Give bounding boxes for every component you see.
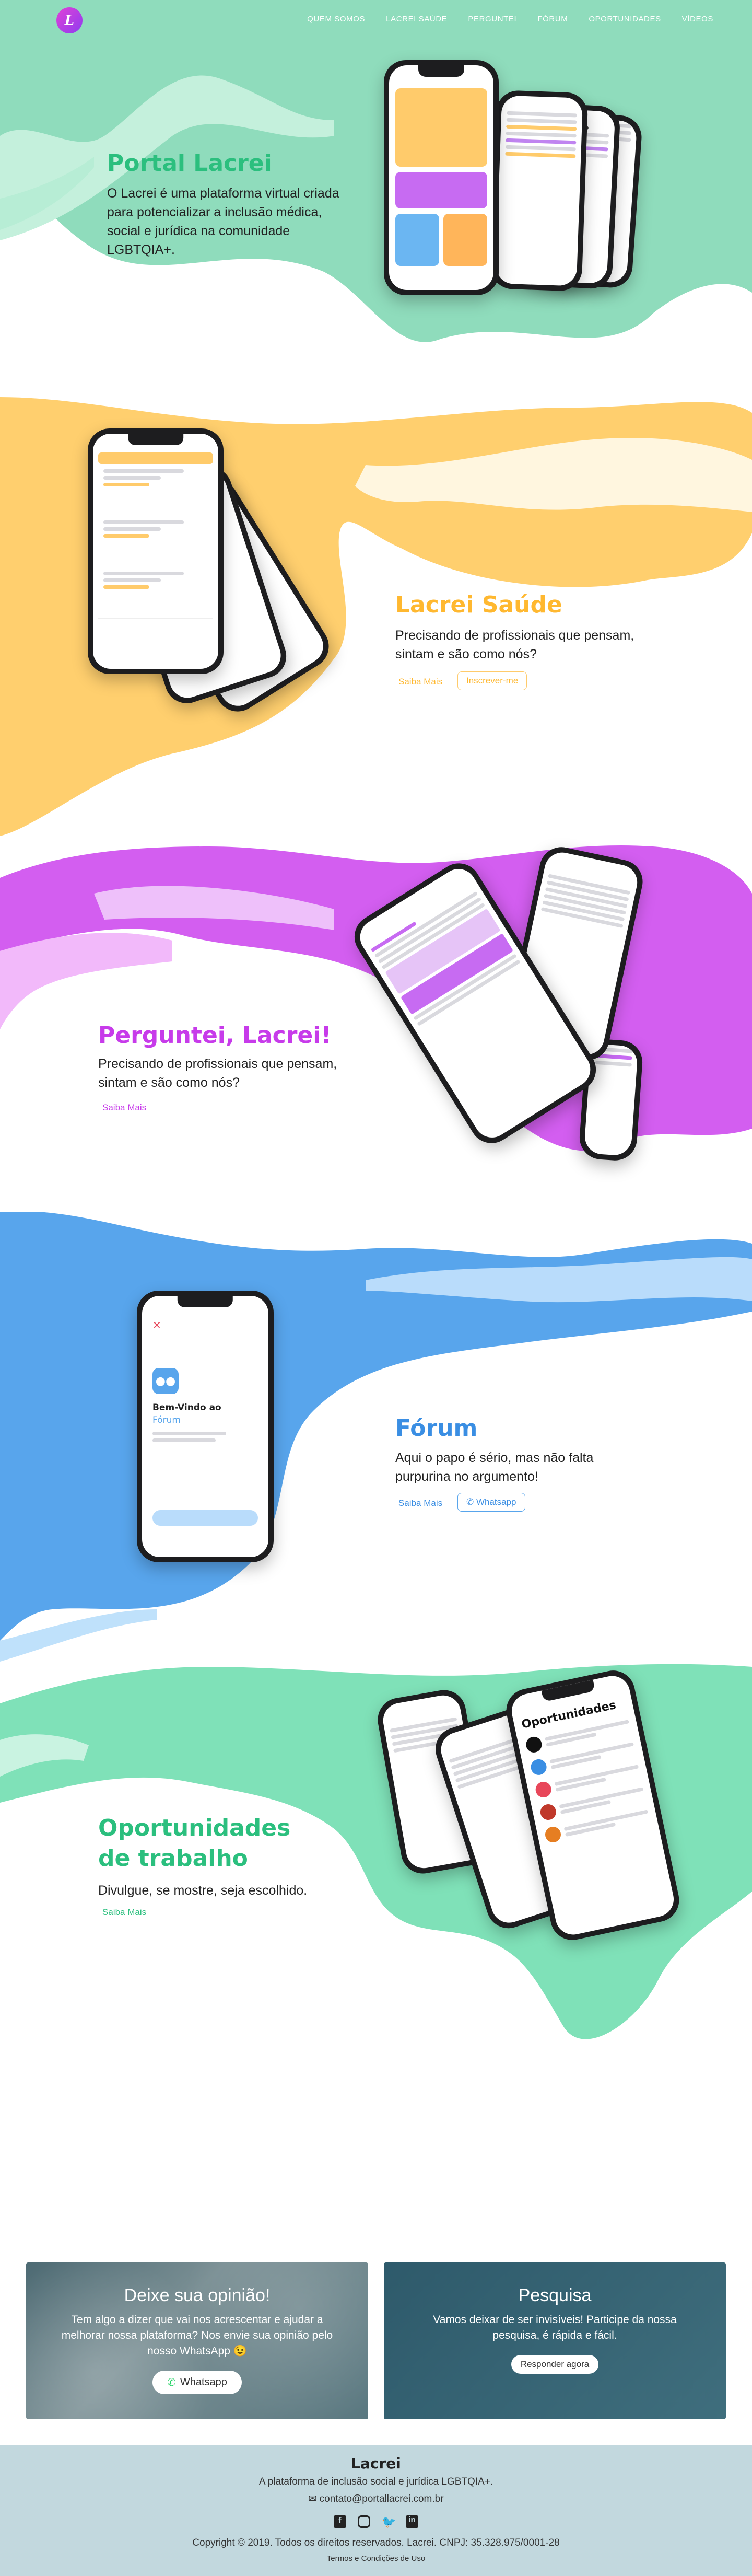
footer-copyright: Copyright © 2019. Todos os direitos rese… [192,2537,560,2548]
saude-description: Precisando de profissionais que pensam, … [395,628,634,662]
close-icon[interactable]: ✕ [152,1319,258,1331]
opiniao-title: Deixe sua opinião! [124,2285,271,2305]
perguntei-description: Precisando de profissionais que pensam, … [98,1057,337,1090]
oportunidades-section: Oportunidades Oportunidades de trabalho D… [0,1646,752,2064]
pesquisa-title: Pesquisa [518,2285,592,2305]
oportunidades-saiba-mais-link[interactable]: Saiba Mais [102,1907,146,1918]
footer-tagline: A plataforma de inclusão social e jurídi… [258,2476,494,2487]
perguntei-saiba-mais-link[interactable]: Saiba Mais [102,1103,146,1113]
facebook-icon[interactable]: f [334,2515,346,2528]
nav-item-oportunidades[interactable]: OPORTUNIDADES [589,15,661,24]
phone-mockup [490,90,589,292]
perguntei-section: Perguntei, Lacrei! Precisando de profiss… [0,831,752,1212]
saude-section: Lacrei Saúde Precisando de profissionais… [0,376,752,846]
top-nav: L QUEM SOMOS LACREI SAÚDE PERGUNTEI FÓRU… [0,0,752,37]
forum-description: Aqui o papo é sério, mas não falta purpu… [395,1451,594,1484]
saude-inscrever-button[interactable]: Inscrever-me [457,671,527,690]
nav-item-forum[interactable]: FÓRUM [537,15,568,24]
nav-item-quem-somos[interactable]: QUEM SOMOS [307,15,365,24]
phone-mockup [384,60,499,295]
nav-item-perguntei[interactable]: PERGUNTEI [468,15,516,24]
forum-background [0,1212,752,1662]
forum-section: ✕ ●● Bem-Vindo ao Fórum Fórum Aqui o pap… [0,1212,752,1662]
opiniao-whatsapp-button[interactable]: ✆ Whatsapp [152,2371,242,2394]
hero-section: Portal Lacrei O Lacrei é uma plataforma … [0,0,752,376]
nav-item-lacrei-saude[interactable]: LACREI SAÚDE [386,15,447,24]
phone-mockup: ✕ ●● Bem-Vindo ao Fórum [137,1291,274,1562]
forum-whatsapp-button[interactable]: ✆ Whatsapp [457,1493,525,1512]
chat-bubble-icon: ●● [152,1368,179,1394]
forum-screen-title: Bem-Vindo ao [152,1402,221,1413]
instagram-icon[interactable] [358,2515,370,2528]
nav-item-videos[interactable]: VÍDEOS [682,15,713,24]
envelope-icon: ✉ [308,2493,320,2504]
forum-screen-button [152,1510,258,1526]
whatsapp-icon: ✆ [167,2377,176,2388]
footer-brand: Lacrei [351,2455,401,2472]
linkedin-icon[interactable]: in [406,2515,418,2528]
oportunidades-description: Divulgue, se mostre, seja escolhido. [98,1883,308,1898]
hero-description: O Lacrei é uma plataforma virtual criada… [107,186,339,257]
oportunidades-title: Oportunidades de trabalho [98,1815,291,1872]
footer-email[interactable]: ✉ contato@portallacrei.com.br [0,2493,752,2505]
nav-menu: QUEM SOMOS LACREI SAÚDE PERGUNTEI FÓRUM … [286,15,713,24]
perguntei-tile [395,172,487,208]
perguntei-title: Perguntei, Lacrei! [98,1022,332,1049]
oportunidades-tile [443,214,487,266]
phone-mockup [88,428,224,674]
saude-saiba-mais-link[interactable]: Saiba Mais [398,677,442,687]
lacrei-logo[interactable]: L [56,7,83,33]
forum-title: Fórum [395,1415,478,1442]
forum-screen-subtitle: Fórum [152,1415,181,1425]
footer-terms-link[interactable]: Termos e Condições de Uso [0,2554,752,2563]
saude-tile [395,88,487,167]
pesquisa-card: Pesquisa Vamos deixar de ser invisíveis!… [384,2262,726,2419]
pesquisa-text: Vamos deixar de ser invisíveis! Particip… [433,2314,677,2341]
social-icons: f 🐦 in [0,2515,752,2528]
footer: Lacrei A plataforma de inclusão social e… [0,2445,752,2576]
forum-tile [395,214,439,266]
saude-title: Lacrei Saúde [395,591,562,618]
phone-notch [418,65,464,77]
twitter-icon[interactable]: 🐦 [382,2515,396,2528]
forum-saiba-mais-link[interactable]: Saiba Mais [398,1498,442,1509]
opiniao-text: Tem algo a dizer que vai nos acrescentar… [61,2314,333,2357]
opiniao-card: Deixe sua opinião! Tem algo a dizer que … [26,2262,368,2419]
hero-title: Portal Lacrei [107,150,272,177]
pesquisa-responder-button[interactable]: Responder agora [511,2355,599,2374]
whatsapp-icon: ✆ [466,1497,476,1507]
